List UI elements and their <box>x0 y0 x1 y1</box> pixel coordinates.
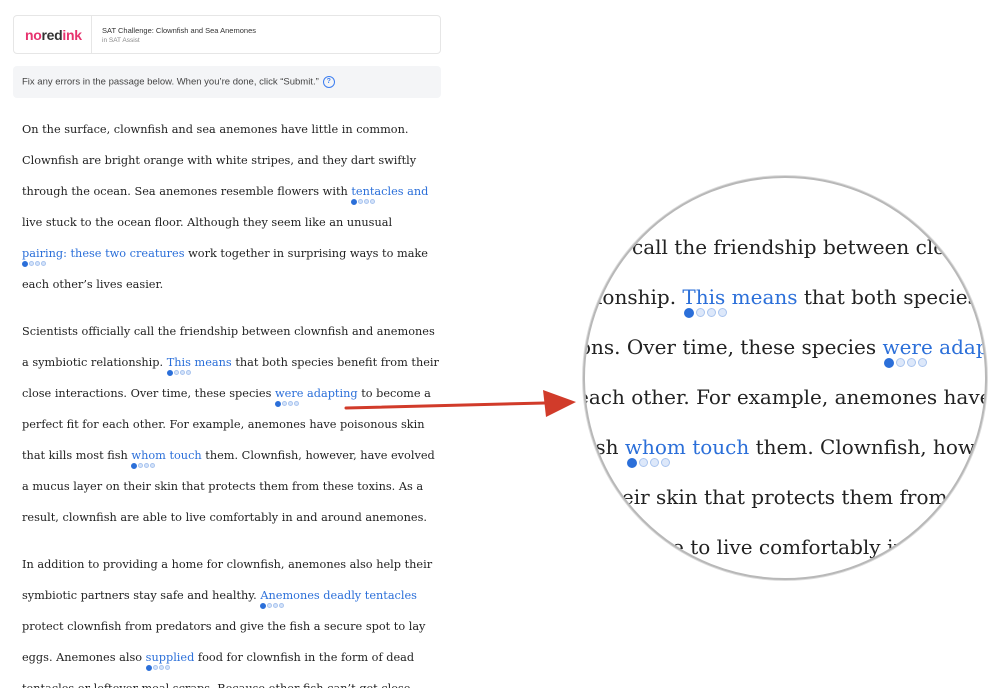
passage-line: pairing: these two creatures work togeth… <box>22 240 452 271</box>
passage-line: result, clownfish are able to live comfo… <box>22 511 427 524</box>
highlight-pairing[interactable]: pairing: these two creatures <box>22 240 185 268</box>
passage-line: each other’s lives easier. <box>22 278 164 291</box>
paragraph-2: Scientists officially call the friendshi… <box>22 318 452 535</box>
attempt-dots <box>131 463 156 469</box>
passage-line: Scientists officially call the friendshi… <box>22 325 435 338</box>
passage-line: live stuck to the ocean floor. Although … <box>22 216 393 229</box>
passage-line: a mucus layer on their skin that protect… <box>22 480 424 493</box>
paragraph-1: On the surface, clownfish and sea anemon… <box>22 116 452 302</box>
attempt-dots <box>274 401 299 407</box>
highlight-anemones-deadly-tentacles[interactable]: Anemones deadly tentacles <box>260 582 417 610</box>
instructions-text: Fix any errors in the passage below. Whe… <box>22 76 335 88</box>
passage-line: that kills most fish whom touch them. Cl… <box>22 442 452 473</box>
passage-line: through the ocean. Sea anemones resemble… <box>22 178 452 209</box>
attempt-dots <box>626 458 670 468</box>
assignment-title: SAT Challenge: Clownfish and Sea Anemone… <box>102 26 256 35</box>
attempt-dots <box>260 603 285 609</box>
assignment-subtitle: in SAT Assist <box>102 37 140 44</box>
magnifier-lens: call the friendship between clown tionsh… <box>583 176 987 580</box>
magnified-line: each other. For example, anemones have p… <box>583 385 987 409</box>
passage-line: tentacles or leftover meal scraps. Becau… <box>22 675 452 688</box>
header-divider <box>91 16 92 53</box>
magnified-line: fish whom touch them. Clownfish, howeve <box>585 435 985 468</box>
passage-line: Clownfish are bright orange with white s… <box>22 154 417 167</box>
highlight-this-means[interactable]: This means <box>166 349 232 377</box>
highlight-supplied[interactable]: supplied <box>145 644 194 672</box>
magnified-line: e to live comfortably in a <box>672 535 925 559</box>
assignment-header: noredink SAT Challenge: Clownfish and Se… <box>13 15 441 54</box>
attempt-dots <box>351 199 376 205</box>
attempt-dots <box>684 308 728 318</box>
attempt-dots <box>145 665 170 671</box>
attempt-dots <box>166 370 191 376</box>
passage-line: a symbiotic relationship. This means tha… <box>22 349 452 380</box>
attempt-dots <box>884 358 928 368</box>
magnified-line: call the friendship between clown <box>632 235 976 259</box>
magnified-highlight-were-adapting[interactable]: were adapting <box>882 335 985 368</box>
highlight-tentacles-and[interactable]: tentacles and <box>351 178 428 206</box>
passage-line: symbiotic partners stay safe and healthy… <box>22 582 452 613</box>
magnified-line: heir skin that protects them from th <box>609 485 975 509</box>
passage-panel: noredink SAT Challenge: Clownfish and Se… <box>0 0 460 688</box>
attempt-dots <box>22 261 46 267</box>
magnified-line: tionship. This means that both species b <box>588 285 985 318</box>
magnified-highlight-whom-touch[interactable]: whom touch <box>625 435 749 468</box>
noredink-logo[interactable]: noredink <box>25 27 82 43</box>
highlight-whom-touch[interactable]: whom touch <box>131 442 202 470</box>
passage-line: protect clownfish from predators and giv… <box>22 620 426 633</box>
instructions-bar: Fix any errors in the passage below. Whe… <box>13 66 441 98</box>
passage-line: On the surface, clownfish and sea anemon… <box>22 123 409 136</box>
magnified-line: ons. Over time, these species were adapt… <box>585 335 985 368</box>
arrow-icon <box>344 390 576 417</box>
passage-line: In addition to providing a home for clow… <box>22 558 433 571</box>
help-icon[interactable]: ? <box>322 76 335 88</box>
magnified-highlight-this-means[interactable]: This means <box>682 285 798 318</box>
paragraph-3: In addition to providing a home for clow… <box>22 551 452 688</box>
passage-line: eggs. Anemones also supplied food for cl… <box>22 644 452 675</box>
